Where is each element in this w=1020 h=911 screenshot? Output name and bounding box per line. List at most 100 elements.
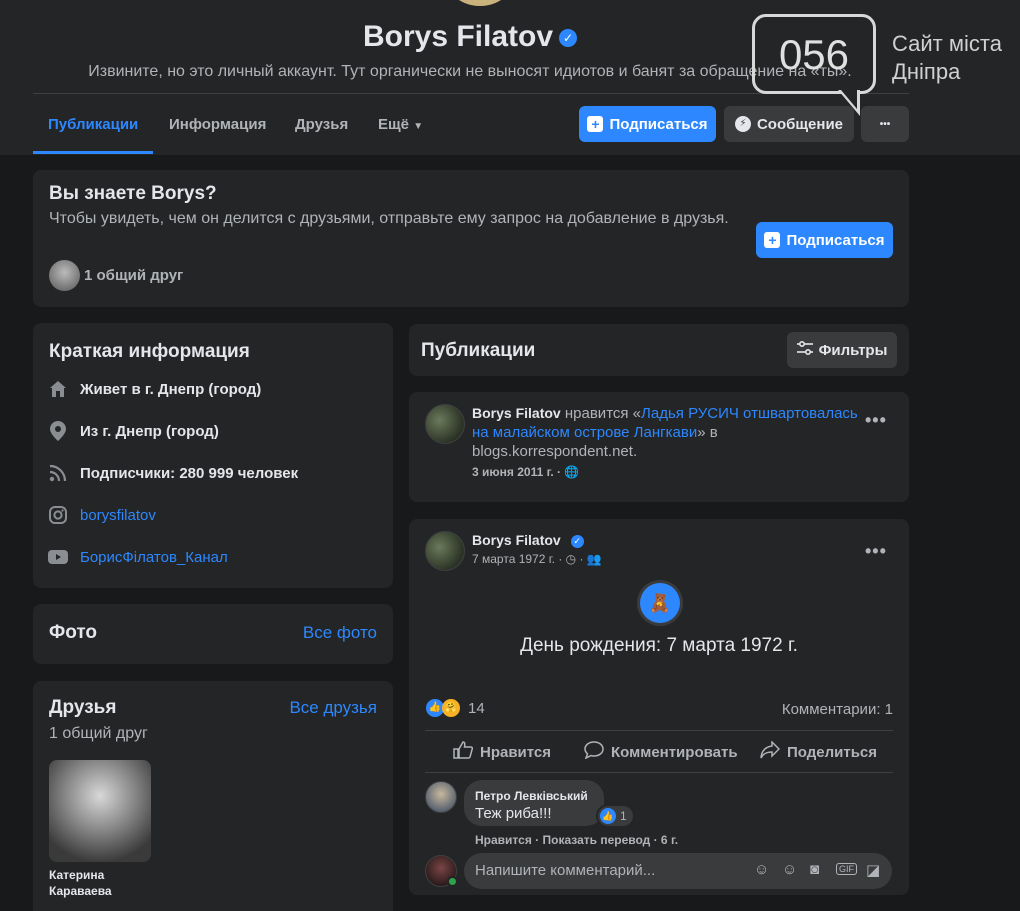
info-from-text: Из г. Днепр (город)	[80, 422, 219, 440]
comment-author[interactable]: Петро Левківський	[475, 789, 588, 803]
share-button[interactable]: Поделиться	[760, 740, 877, 763]
subscribe-button[interactable]: + Подписаться	[579, 106, 716, 142]
watermark-line2: Дніпра	[892, 59, 961, 84]
post-author-avatar[interactable]	[425, 531, 465, 571]
post-source[interactable]: blogs.korrespondent.net.	[472, 442, 862, 461]
post-options-icon[interactable]: •••	[865, 541, 887, 562]
info-lives-text: Живет в г. Днепр (город)	[80, 380, 262, 398]
comment-reaction-badge[interactable]: 👍 1	[598, 806, 633, 826]
youtube-link[interactable]: БорисФілатов_Канал	[80, 549, 228, 566]
online-status-icon	[447, 876, 458, 887]
know-title: Вы знаете Borys?	[49, 183, 217, 204]
post-likes-text: нравится «	[564, 405, 642, 422]
friend-name[interactable]: Катерина Караваева	[49, 867, 112, 899]
post-date-row: 3 июня 2011 г. · 🌐	[472, 463, 862, 482]
verified-badge-icon: ✓	[570, 534, 584, 548]
location-pin-icon	[48, 421, 68, 441]
tab-info[interactable]: Информация	[169, 116, 266, 133]
filters-icon	[796, 340, 813, 359]
info-from: Из г. Днепр (город)	[48, 421, 219, 441]
post-1-header: Borys Filatov нравится «Ладья РУСИЧ отшв…	[472, 404, 862, 482]
posts-header-title: Публикации	[421, 340, 536, 361]
divider	[425, 772, 893, 773]
teddy-bear-icon: 🧸	[640, 583, 680, 623]
profile-header: Borys Filatov ✓ Извините, но это личный а…	[0, 0, 1020, 155]
more-actions-button[interactable]: •••	[861, 106, 909, 142]
profile-name-text: Borys Filatov	[362, 20, 554, 53]
post-date[interactable]: 3 июня 2011 г. ·	[472, 465, 561, 479]
friends-audience-icon: 👥	[586, 552, 602, 566]
profile-avatar[interactable]	[440, 0, 520, 6]
subscribe-label: Подписаться	[786, 231, 885, 249]
watermark-line1: Сайт міста	[892, 31, 1002, 56]
camera-icon[interactable]: ◙	[810, 861, 819, 878]
mutual-friend-avatar[interactable]	[49, 260, 80, 291]
post-2-author-row: Borys Filatov ✓	[472, 532, 584, 548]
comment-input[interactable]: Напишите комментарий... ☺ ☺ ◙ GIF ◪	[464, 853, 892, 889]
divider	[425, 730, 893, 731]
know-subscribe-button[interactable]: + Подписаться	[756, 222, 893, 258]
subscribe-icon: +	[587, 116, 604, 132]
tab-publications[interactable]: Публикации	[48, 116, 138, 133]
info-youtube[interactable]: БорисФілатов_Канал	[48, 547, 228, 567]
active-tab-indicator	[33, 151, 153, 154]
post-date[interactable]: 7 марта 1972 г. ·	[472, 552, 562, 566]
verified-badge-icon: ✓	[559, 29, 578, 48]
info-instagram[interactable]: borysfilatov	[48, 505, 156, 525]
youtube-icon	[48, 547, 68, 567]
message-label: Сообщение	[756, 115, 844, 133]
caret-down-icon: ▼	[413, 121, 424, 132]
care-reaction-icon: 🤗	[442, 699, 460, 717]
tab-more-label: Ещё	[378, 116, 410, 133]
mutual-friends-count[interactable]: 1 общий друг	[84, 267, 183, 284]
reactions-count[interactable]: 14	[468, 700, 485, 717]
messenger-icon: ⚡	[734, 116, 751, 132]
home-icon	[48, 379, 68, 399]
comment-likes-count: 1	[620, 809, 627, 823]
tab-friends[interactable]: Друзья	[295, 116, 348, 133]
watermark-number: 056	[778, 31, 850, 78]
filters-button[interactable]: Фильтры	[787, 332, 897, 368]
comment-label: Комментировать	[611, 743, 738, 761]
comments-count[interactable]: Комментарии: 1	[782, 701, 893, 718]
info-followers-text: Подписчики: 280 999 человек	[80, 464, 299, 482]
comment-input-placeholder: Напишите комментарий...	[475, 862, 656, 879]
tab-more[interactable]: Ещё ▼	[378, 116, 423, 133]
like-reaction-icon: 👍	[600, 808, 616, 824]
sticker-icon[interactable]: ◪	[866, 861, 880, 879]
post-card-1: Borys Filatov нравится «Ладья РУСИЧ отшв…	[409, 392, 909, 502]
post-author-name[interactable]: Borys Filatov	[472, 532, 561, 548]
more-dots-icon: •••	[879, 118, 891, 130]
like-button[interactable]: Нравится	[453, 741, 551, 763]
gif-icon[interactable]: GIF	[836, 863, 857, 875]
post-author-name[interactable]: Borys Filatov	[472, 405, 561, 421]
clock-icon: ◷	[565, 552, 577, 566]
photos-title: Фото	[49, 622, 98, 643]
instagram-link[interactable]: borysfilatov	[80, 507, 156, 524]
friends-card: Друзья Все друзья 1 общий друг Катерина …	[33, 681, 393, 911]
emoji-icon[interactable]: ☺	[782, 861, 797, 878]
watermark-logo: 056	[752, 14, 876, 94]
sticker-face-icon[interactable]: ☺	[754, 861, 769, 878]
all-friends-link[interactable]: Все друзья	[289, 698, 377, 718]
comment-button[interactable]: Комментировать	[584, 741, 738, 763]
post-author-avatar[interactable]	[425, 404, 465, 444]
reactions-row[interactable]: 👍 🤗 14	[426, 699, 485, 717]
birthday-event-text: День рождения: 7 марта 1972 г.	[520, 635, 798, 656]
subscribe-label: Подписаться	[609, 115, 708, 133]
posts-header-card: Публикации Фильтры	[409, 324, 909, 376]
message-button[interactable]: ⚡ Сообщение	[724, 106, 854, 142]
friend-first-name: Катерина	[49, 868, 105, 882]
all-photos-link[interactable]: Все фото	[303, 623, 377, 643]
post-2-meta: 7 марта 1972 г. · ◷ · 👥	[472, 552, 602, 566]
thumbs-up-icon	[453, 741, 474, 763]
friend-last-name: Караваева	[49, 884, 112, 898]
friend-photo[interactable]	[49, 760, 151, 862]
comment-bubble-icon	[584, 741, 604, 763]
comment-actions[interactable]: Нравится · Показать перевод · 6 г.	[475, 833, 678, 847]
globe-icon: 🌐	[564, 465, 580, 479]
watermark-text: Сайт міста Дніпра	[892, 30, 1002, 86]
commenter-avatar[interactable]	[425, 781, 457, 813]
subscribe-icon: +	[764, 232, 781, 248]
post-options-icon[interactable]: •••	[865, 410, 887, 431]
